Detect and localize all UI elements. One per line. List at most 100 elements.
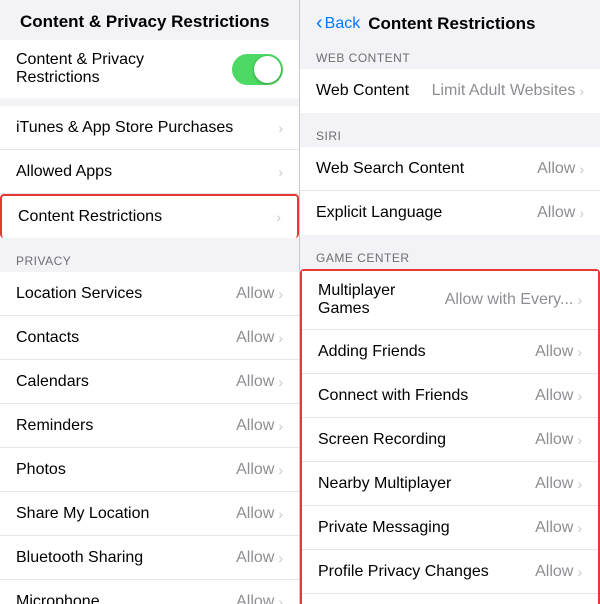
right-panel: ‹ Back Content Restrictions WEB CONTENT …	[300, 0, 600, 604]
location-services-item[interactable]: Location Services Allow ›	[0, 272, 299, 316]
connect-friends-value: Allow	[535, 387, 573, 405]
web-search-item[interactable]: Web Search Content Allow ›	[300, 147, 600, 191]
content-restrictions-item[interactable]: Content Restrictions ›	[0, 194, 299, 238]
toggle-label: Content & Privacy Restrictions	[16, 51, 232, 87]
microphone-label: Microphone	[16, 593, 236, 604]
connect-friends-chevron-icon: ›	[577, 388, 582, 404]
share-location-value: Allow	[236, 505, 274, 523]
explicit-language-chevron-icon: ›	[579, 205, 584, 221]
game-center-group: Multiplayer Games Allow with Every... › …	[300, 269, 600, 604]
photos-chevron-icon: ›	[278, 462, 283, 478]
left-panel: Content & Privacy Restrictions Content &…	[0, 0, 300, 604]
screen-recording-label: Screen Recording	[318, 431, 535, 449]
nearby-multiplayer-label: Nearby Multiplayer	[318, 475, 535, 493]
allowed-apps-label: Allowed Apps	[16, 163, 278, 181]
web-search-label: Web Search Content	[316, 160, 537, 178]
photos-item[interactable]: Photos Allow ›	[0, 448, 299, 492]
profile-privacy-chevron-icon: ›	[577, 564, 582, 580]
left-nav-title: Content & Privacy Restrictions	[20, 12, 269, 32]
back-label: Back	[325, 15, 361, 33]
right-nav-title: Content Restrictions	[368, 14, 535, 34]
web-search-chevron-icon: ›	[579, 161, 584, 177]
web-content-chevron-icon: ›	[579, 83, 584, 99]
back-button[interactable]: ‹ Back	[316, 12, 360, 35]
contacts-value: Allow	[236, 329, 274, 347]
connect-friends-label: Connect with Friends	[318, 387, 535, 405]
web-search-value: Allow	[537, 160, 575, 178]
microphone-item[interactable]: Microphone Allow ›	[0, 580, 299, 604]
toggle-row: Content & Privacy Restrictions	[0, 40, 299, 98]
multiplayer-games-item[interactable]: Multiplayer Games Allow with Every... ›	[302, 271, 598, 330]
top-items-group: iTunes & App Store Purchases › Allowed A…	[0, 106, 299, 238]
reminders-value: Allow	[236, 417, 274, 435]
web-content-section-label: WEB CONTENT	[300, 43, 600, 69]
profile-privacy-item[interactable]: Profile Privacy Changes Allow ›	[302, 550, 598, 594]
calendars-value: Allow	[236, 373, 274, 391]
private-messaging-value: Allow	[535, 519, 573, 537]
reminders-item[interactable]: Reminders Allow ›	[0, 404, 299, 448]
calendars-label: Calendars	[16, 373, 236, 391]
multiplayer-games-label: Multiplayer Games	[318, 282, 445, 318]
location-chevron-icon: ›	[278, 286, 283, 302]
multiplayer-chevron-icon: ›	[577, 292, 582, 308]
multiplayer-games-value: Allow with Every...	[445, 291, 574, 309]
location-services-label: Location Services	[16, 285, 236, 303]
calendars-chevron-icon: ›	[278, 374, 283, 390]
content-privacy-toggle[interactable]	[232, 54, 283, 85]
nearby-multiplayer-value: Allow	[535, 475, 573, 493]
microphone-value: Allow	[236, 593, 274, 604]
adding-friends-item[interactable]: Adding Friends Allow ›	[302, 330, 598, 374]
allowed-apps-item[interactable]: Allowed Apps ›	[0, 150, 299, 194]
screen-recording-value: Allow	[535, 431, 573, 449]
web-content-group: Web Content Limit Adult Websites ›	[300, 69, 600, 113]
content-restrictions-chevron-icon: ›	[276, 209, 281, 225]
web-content-value: Limit Adult Websites	[432, 82, 576, 100]
adding-friends-value: Allow	[535, 343, 573, 361]
itunes-purchases-label: iTunes & App Store Purchases	[16, 119, 278, 137]
bluetooth-sharing-item[interactable]: Bluetooth Sharing Allow ›	[0, 536, 299, 580]
privacy-section-label: PRIVACY	[0, 246, 299, 272]
private-messaging-chevron-icon: ›	[577, 520, 582, 536]
microphone-chevron-icon: ›	[278, 594, 283, 604]
adding-friends-label: Adding Friends	[318, 343, 535, 361]
right-scroll-content: WEB CONTENT Web Content Limit Adult Webs…	[300, 43, 600, 604]
itunes-purchases-item[interactable]: iTunes & App Store Purchases ›	[0, 106, 299, 150]
share-location-chevron-icon: ›	[278, 506, 283, 522]
nearby-multiplayer-item[interactable]: Nearby Multiplayer Allow ›	[302, 462, 598, 506]
explicit-language-item[interactable]: Explicit Language Allow ›	[300, 191, 600, 235]
siri-section-label: SIRI	[300, 121, 600, 147]
screen-recording-item[interactable]: Screen Recording Allow ›	[302, 418, 598, 462]
right-nav-bar: ‹ Back Content Restrictions	[300, 0, 600, 43]
reminders-label: Reminders	[16, 417, 236, 435]
itunes-chevron-icon: ›	[278, 120, 283, 136]
contacts-item[interactable]: Contacts Allow ›	[0, 316, 299, 360]
private-messaging-item[interactable]: Private Messaging Allow ›	[302, 506, 598, 550]
reminders-chevron-icon: ›	[278, 418, 283, 434]
contacts-label: Contacts	[16, 329, 236, 347]
nearby-multiplayer-chevron-icon: ›	[577, 476, 582, 492]
photos-label: Photos	[16, 461, 236, 479]
privacy-group: Location Services Allow › Contacts Allow…	[0, 272, 299, 604]
web-content-item[interactable]: Web Content Limit Adult Websites ›	[300, 69, 600, 113]
profile-privacy-value: Allow	[535, 563, 573, 581]
contacts-chevron-icon: ›	[278, 330, 283, 346]
content-restrictions-label: Content Restrictions	[18, 208, 276, 226]
game-center-section-label: GAME CENTER	[300, 243, 600, 269]
calendars-item[interactable]: Calendars Allow ›	[0, 360, 299, 404]
bluetooth-chevron-icon: ›	[278, 550, 283, 566]
share-location-label: Share My Location	[16, 505, 236, 523]
avatar-nickname-item[interactable]: Avatar & Nickname Changes Allow ›	[302, 594, 598, 604]
bluetooth-sharing-value: Allow	[236, 549, 274, 567]
connect-friends-item[interactable]: Connect with Friends Allow ›	[302, 374, 598, 418]
share-location-item[interactable]: Share My Location Allow ›	[0, 492, 299, 536]
screen-recording-chevron-icon: ›	[577, 432, 582, 448]
adding-friends-chevron-icon: ›	[577, 344, 582, 360]
profile-privacy-label: Profile Privacy Changes	[318, 563, 535, 581]
allowed-apps-chevron-icon: ›	[278, 164, 283, 180]
explicit-language-label: Explicit Language	[316, 204, 537, 222]
private-messaging-label: Private Messaging	[318, 519, 535, 537]
bluetooth-sharing-label: Bluetooth Sharing	[16, 549, 236, 567]
location-services-value: Allow	[236, 285, 274, 303]
back-chevron-icon: ‹	[316, 12, 323, 35]
explicit-language-value: Allow	[537, 204, 575, 222]
